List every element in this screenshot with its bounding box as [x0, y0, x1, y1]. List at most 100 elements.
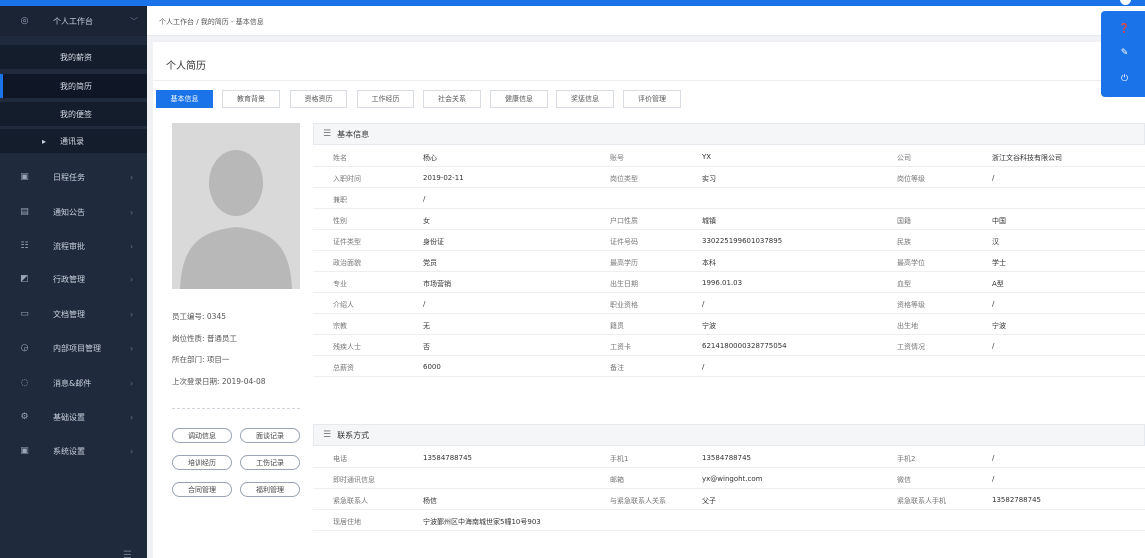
edit-icon[interactable]: ✎: [1119, 47, 1130, 58]
help-icon[interactable]: ❓: [1119, 23, 1130, 34]
chevron-right-icon: ›: [130, 378, 134, 388]
field-value: /: [702, 300, 705, 308]
tab-health[interactable]: 健康信息: [490, 90, 548, 108]
field-value: 2019-02-11: [423, 174, 464, 182]
project-icon: ◶: [20, 343, 29, 353]
collapse-menu-icon[interactable]: ☰: [123, 550, 132, 558]
sidebar-item-label: 行政管理: [53, 274, 85, 284]
divider: [172, 408, 300, 409]
chevron-right-icon: ›: [130, 309, 134, 319]
section-title: 联系方式: [337, 430, 370, 440]
sidebar-item-approval[interactable]: ☷ 流程审批 ›: [0, 231, 147, 261]
welfare-management-button[interactable]: 福利管理: [240, 482, 300, 497]
field-value: 城镇: [702, 217, 716, 225]
sidebar-item-label: 个人工作台: [53, 16, 93, 26]
field-value: /: [992, 300, 995, 308]
list-icon: ☰: [323, 129, 332, 139]
sidebar-item-label: 日程任务: [53, 172, 85, 182]
field-label: 姓名: [333, 154, 347, 162]
table-row: 电话 13584788745 手机1 13584788745 手机2 /: [313, 448, 1145, 468]
section-title: 基本信息: [337, 129, 370, 139]
field-value: 中国: [992, 217, 1006, 225]
sidebar-sub-resume[interactable]: 我的简历: [0, 74, 147, 98]
employee-number: 员工编号: 0345: [172, 312, 226, 321]
section-header-basic: ☰ 基本信息: [313, 123, 1145, 145]
transfer-info-button[interactable]: 调动信息: [172, 428, 232, 443]
sidebar-item-messages[interactable]: ◌ 消息&邮件 ›: [0, 368, 147, 398]
field-label: 入职时间: [333, 175, 361, 183]
injury-records-button[interactable]: 工伤记录: [240, 455, 300, 470]
breadcrumb-bar: 个人工作台 / 我的简历 - 基本信息: [147, 6, 1145, 36]
message-icon: ◌: [20, 378, 29, 388]
field-label: 备注: [610, 364, 624, 372]
training-history-button[interactable]: 培训经历: [172, 455, 232, 470]
field-value: 父子: [702, 497, 716, 505]
field-label: 兼职: [333, 196, 347, 204]
table-row: 总薪资 6000 备注 /: [313, 357, 1145, 377]
calendar-icon: ▣: [20, 172, 29, 182]
tab-evaluation[interactable]: 评价管理: [623, 90, 681, 108]
field-value: /: [702, 363, 705, 371]
tab-qualification[interactable]: 资格资历: [290, 90, 347, 108]
table-row: 即时通讯信息 邮箱 yx@wingoht.com 微信 /: [313, 469, 1145, 489]
sidebar-item-projects[interactable]: ◶ 内部项目管理 ›: [0, 333, 147, 363]
chevron-right-icon: ›: [130, 241, 134, 251]
field-value: 13584788745: [702, 454, 751, 462]
field-label: 现居住地: [333, 518, 361, 526]
field-value: 330225199601037895: [702, 237, 783, 245]
sidebar-item-label: 流程审批: [53, 241, 85, 251]
avatar: [172, 123, 300, 289]
sidebar-sub-label: 我的简历: [60, 81, 92, 91]
sidebar-item-admin[interactable]: ◩ 行政管理 ›: [0, 264, 147, 294]
field-label: 证件类型: [333, 238, 361, 246]
field-label: 手机1: [610, 455, 629, 463]
field-value: 杨心: [423, 154, 437, 162]
field-label: 岗位等级: [897, 175, 925, 183]
table-row: 性别 女 户口性质 城镇 国籍 中国: [313, 210, 1145, 230]
field-label: 公司: [897, 154, 911, 162]
sidebar-sub-contacts[interactable]: ▸ 通讯录: [0, 129, 147, 153]
sidebar-item-schedule[interactable]: ▣ 日程任务 ›: [0, 162, 147, 192]
interview-records-button[interactable]: 面谈记录: [240, 428, 300, 443]
field-value: 否: [423, 343, 430, 351]
field-value: 本科: [702, 259, 716, 267]
tab-rewards[interactable]: 奖惩信息: [556, 90, 614, 108]
power-icon[interactable]: ⏻: [1119, 73, 1130, 84]
sidebar-sub-notes[interactable]: 我的便签: [0, 102, 147, 126]
field-value: 浙江文谷科技有限公司: [992, 154, 1062, 162]
flow-icon: ☷: [20, 241, 29, 251]
field-value: 6214180000328775054: [702, 342, 787, 350]
sidebar-item-basic-settings[interactable]: ⚙ 基础设置 ›: [0, 402, 147, 432]
field-label: 出生地: [897, 322, 918, 330]
sidebar-item-system-settings[interactable]: ▣ 系统设置 ›: [0, 436, 147, 466]
sidebar-item-workspace[interactable]: ◎ 个人工作台 ﹀: [0, 6, 147, 36]
contract-management-button[interactable]: 合同管理: [172, 482, 232, 497]
field-value: 6000: [423, 363, 441, 371]
table-row: 现居住地 宁波鄞州区中海南城世家5幢10号903: [313, 511, 1145, 531]
field-value: /: [992, 174, 995, 182]
person-silhouette-icon: [172, 123, 300, 289]
field-value: 宁波: [702, 322, 716, 330]
table-row: 专业 市场营销 出生日期 1996.01.03 血型 A型: [313, 273, 1145, 293]
field-label: 证件号码: [610, 238, 638, 246]
sidebar-item-docs[interactable]: ▭ 文档管理 ›: [0, 299, 147, 329]
field-label: 邮箱: [610, 476, 624, 484]
field-value: /: [992, 342, 995, 350]
field-value: 实习: [702, 175, 716, 183]
field-label: 账号: [610, 154, 624, 162]
tab-basic-info[interactable]: 基本信息: [156, 90, 213, 108]
field-value: 13584788745: [423, 454, 472, 462]
field-label: 工资情况: [897, 343, 925, 351]
sidebar-sub-salary[interactable]: 我的薪资: [0, 45, 147, 69]
tab-social[interactable]: 社会关系: [423, 90, 481, 108]
chevron-down-icon: ﹀: [130, 16, 138, 26]
table-row: 宗教 无 籍贯 宁波 出生地 宁波: [313, 315, 1145, 335]
field-label: 电话: [333, 455, 347, 463]
field-value: 1996.01.03: [702, 279, 743, 287]
tab-education[interactable]: 教育背景: [222, 90, 280, 108]
tab-work-history[interactable]: 工作经历: [357, 90, 414, 108]
sidebar-item-notice[interactable]: ▤ 通知公告 ›: [0, 197, 147, 227]
field-label: 即时通讯信息: [333, 476, 375, 484]
field-label: 性别: [333, 217, 347, 225]
field-value: /: [992, 454, 995, 462]
